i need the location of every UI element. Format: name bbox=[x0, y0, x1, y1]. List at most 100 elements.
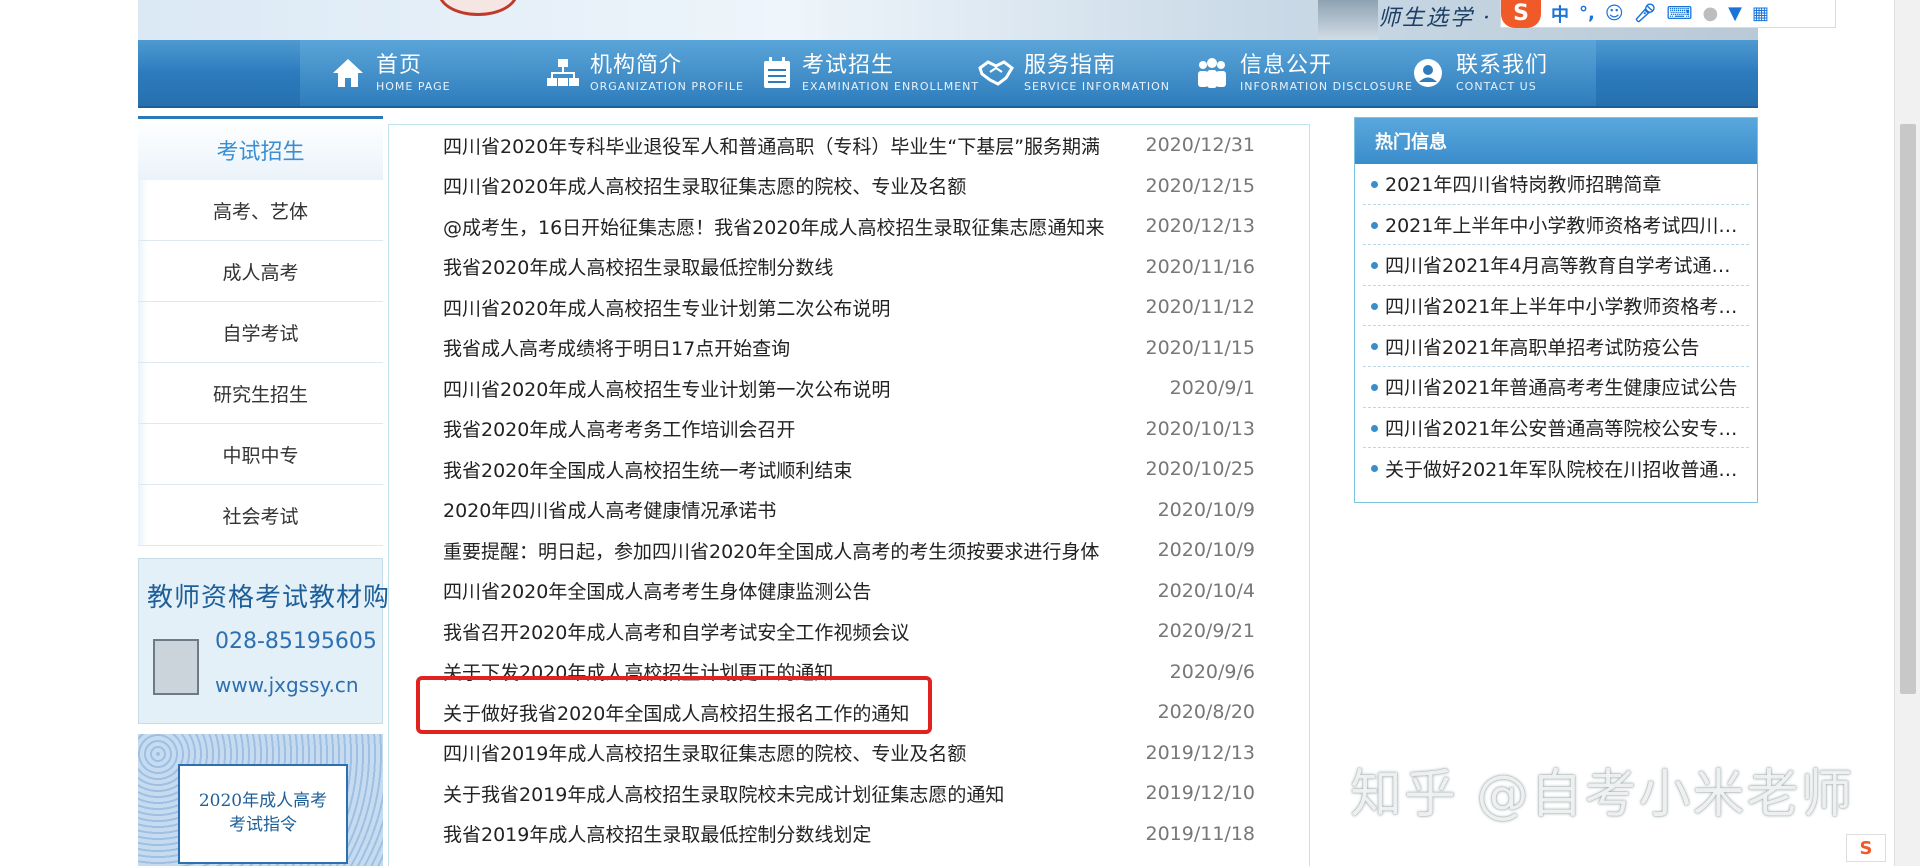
list-item[interactable]: 四川省2019年成人高校招生录取征集志愿的院校、专业及名额 2019/12/13 bbox=[389, 733, 1309, 773]
list-item[interactable]: 四川省2020年成人高校招生专业计划第二次公布说明 2020/11/12 bbox=[389, 287, 1309, 327]
ime-mode[interactable]: 中 bbox=[1551, 1, 1569, 27]
news-title[interactable]: 关于我省2019年成人高校招生录取院校未完成计划征集志愿的通知 bbox=[443, 780, 1004, 807]
list-item[interactable]: 我省2019年成人高校招生录取最低控制分数线划定 2019/11/18 bbox=[389, 814, 1309, 854]
nav-exam[interactable]: 考试招生 EXAMINATION ENROLLMENT bbox=[732, 40, 978, 106]
bullet-icon bbox=[1371, 343, 1378, 351]
hot-item-title[interactable]: 四川省2021年高职单招考试防疫公告 bbox=[1385, 333, 1699, 360]
sidebar-item-self-study[interactable]: 自学考试 bbox=[138, 302, 383, 363]
hot-item-title[interactable]: 四川省2021年上半年中小学教师资格考试… bbox=[1385, 292, 1749, 319]
hot-item-title[interactable]: 2021年上半年中小学教师资格考试四川省… bbox=[1385, 211, 1749, 238]
ad-exam-guide-banner[interactable]: 2020年成人高考 考试指令 bbox=[138, 734, 383, 866]
nav-home[interactable]: 首页 HOME PAGE bbox=[300, 40, 516, 106]
hot-item[interactable]: 关于做好2021年军队院校在川招收普通高… bbox=[1363, 448, 1749, 489]
contact-icon bbox=[1410, 55, 1446, 91]
list-item[interactable]: 我省2020年成人高考考务工作培训会召开 2020/10/13 bbox=[389, 409, 1309, 449]
emoji-icon[interactable]: ☺ bbox=[1605, 3, 1624, 24]
hot-item-title[interactable]: 四川省2021年普通高考考生健康应试公告 bbox=[1385, 373, 1737, 400]
keyboard-icon[interactable]: ⌨ bbox=[1666, 3, 1692, 24]
nav-organization[interactable]: 机构简介 ORGANIZATION PROFILE bbox=[516, 40, 743, 106]
list-item[interactable]: @成考生，16日开始征集志愿！我省2020年成人高校招生录取征集志愿通知来 202… bbox=[389, 206, 1309, 246]
news-title[interactable]: 我省成人高考成绩将于明日17点开始查询 bbox=[443, 334, 790, 361]
sidebar-item-graduate[interactable]: 研究生招生 bbox=[138, 363, 383, 424]
list-item[interactable]: 我省2020年全国成人高校招生统一考试顺利结束 2020/10/25 bbox=[389, 449, 1309, 489]
bullet-icon bbox=[1371, 262, 1378, 270]
bullet-icon bbox=[1371, 221, 1378, 229]
list-item[interactable]: 我省成人高考成绩将于明日17点开始查询 2020/11/15 bbox=[389, 328, 1309, 368]
news-date: 2019/12/10 bbox=[1145, 782, 1255, 804]
sidebar-item-vocational[interactable]: 中职中专 bbox=[138, 424, 383, 485]
list-item[interactable]: 四川省2020年全国成人高考考生身体健康监测公告 2020/10/4 bbox=[389, 571, 1309, 611]
hot-item[interactable]: 四川省2021年上半年中小学教师资格考试… bbox=[1363, 286, 1749, 327]
ime-toolbar[interactable]: S 中 °, ☺ 🎤︎ ⌨ ● ▼ ▦ bbox=[1500, 0, 1836, 28]
news-date: 2020/11/16 bbox=[1145, 255, 1255, 278]
list-item[interactable]: 我省2020年成人高校招生录取最低控制分数线 2020/11/16 bbox=[389, 247, 1309, 287]
list-item[interactable]: 四川省2020年成人高校招生录取征集志愿的院校、专业及名额 2020/12/15 bbox=[389, 166, 1309, 206]
shirt-icon[interactable]: ▼ bbox=[1728, 3, 1742, 24]
news-date: 2020/10/4 bbox=[1157, 579, 1255, 602]
list-item[interactable]: 重要提醒：明日起，参加四川省2020年全国成人高考的考生须按要求进行身体 2020… bbox=[389, 530, 1309, 570]
list-item[interactable]: 2020年四川省成人高考健康情况承诺书 2020/10/9 bbox=[389, 490, 1309, 530]
handshake-icon bbox=[978, 55, 1014, 91]
news-title[interactable]: 四川省2020年成人高校招生录取征集志愿的院校、专业及名额 bbox=[443, 172, 966, 199]
news-list: 四川省2020年专科毕业退役军人和普通高职（专科）毕业生“下基层”服务期满 202… bbox=[388, 124, 1310, 866]
page-scrollbar[interactable] bbox=[1894, 0, 1920, 866]
news-date: 2020/9/1 bbox=[1169, 377, 1255, 399]
nav-label: 首页 bbox=[376, 52, 423, 78]
hot-item[interactable]: 四川省2021年公安普通高等院校公安专业… bbox=[1363, 408, 1749, 449]
ad-url: www.jxgssy.cn bbox=[215, 673, 359, 697]
news-title[interactable]: 重要提醒：明日起，参加四川省2020年全国成人高考的考生须按要求进行身体 bbox=[443, 537, 1099, 564]
list-item[interactable]: 四川省2020年成人高校招生专业计划第一次公布说明 2020/9/1 bbox=[389, 368, 1309, 408]
hot-item-title[interactable]: 2021年四川省特岗教师招聘简章 bbox=[1385, 170, 1661, 197]
news-title[interactable]: 四川省2020年成人高校招生专业计划第一次公布说明 bbox=[443, 375, 890, 402]
banner-image bbox=[1318, 0, 1378, 40]
nav-service[interactable]: 服务指南 SERVICE INFORMATION bbox=[948, 40, 1169, 106]
news-date: 2020/9/6 bbox=[1169, 660, 1255, 683]
ad-textbook-banner[interactable]: 教师资格考试教材购买 028-85195605 www.jxgssy.cn bbox=[138, 558, 416, 724]
sidebar-item-social[interactable]: 社会考试 bbox=[138, 485, 383, 546]
sidebar-item-adult[interactable]: 成人高考 bbox=[138, 241, 383, 302]
hot-item-title[interactable]: 四川省2021年4月高等教育自学考试通告… bbox=[1385, 251, 1749, 278]
user-icon[interactable]: ● bbox=[1702, 3, 1718, 24]
hot-info-header: 热门信息 bbox=[1355, 118, 1757, 164]
nav-label: 联系我们 bbox=[1456, 52, 1549, 78]
news-title[interactable]: 我省2020年全国成人高校招生统一考试顺利结束 bbox=[443, 456, 852, 483]
hot-item-title[interactable]: 四川省2021年公安普通高等院校公安专业… bbox=[1385, 414, 1749, 441]
ime-punct[interactable]: °, bbox=[1579, 3, 1595, 24]
news-title[interactable]: @成考生，16日开始征集志愿！我省2020年成人高校招生录取征集志愿通知来 bbox=[443, 213, 1105, 240]
list-item[interactable]: 四川省2020年专科毕业退役军人和普通高职（专科）毕业生“下基层”服务期满 202… bbox=[389, 125, 1309, 165]
hot-item[interactable]: 四川省2021年4月高等教育自学考试通告… bbox=[1363, 245, 1749, 286]
hot-item[interactable]: 四川省2021年高职单招考试防疫公告 bbox=[1363, 326, 1749, 367]
list-item[interactable]: 关于我省2019年成人高校招生录取院校未完成计划征集志愿的通知 2019/12/1… bbox=[389, 773, 1309, 813]
sidebar-header: 考试招生 bbox=[138, 116, 383, 180]
news-date: 2020/12/13 bbox=[1145, 215, 1255, 237]
hot-item[interactable]: 四川省2021年普通高考考生健康应试公告 bbox=[1363, 367, 1749, 408]
news-title[interactable]: 我省2020年成人高校招生录取最低控制分数线 bbox=[443, 253, 833, 280]
news-title[interactable]: 四川省2020年成人高校招生专业计划第二次公布说明 bbox=[443, 294, 890, 321]
hot-item[interactable]: 2021年四川省特岗教师招聘简章 bbox=[1363, 164, 1749, 205]
mic-icon[interactable]: 🎤︎ bbox=[1634, 3, 1657, 24]
grid-icon[interactable]: ▦ bbox=[1752, 3, 1769, 24]
left-sidebar: 考试招生 高考、艺体 成人高考 自学考试 研究生招生 中职中专 社会考试 教师资… bbox=[138, 116, 416, 866]
scrollbar-thumb[interactable] bbox=[1900, 124, 1916, 694]
ad-phone: 028-85195605 bbox=[215, 629, 377, 654]
sogou-tray-icon[interactable]: S bbox=[1846, 834, 1886, 862]
sogou-logo-icon[interactable]: S bbox=[1501, 0, 1541, 28]
hot-item-title[interactable]: 关于做好2021年军队院校在川招收普通高… bbox=[1385, 455, 1749, 482]
nav-sublabel: ORGANIZATION PROFILE bbox=[590, 79, 744, 93]
news-title[interactable]: 我省2019年成人高校招生录取最低控制分数线划定 bbox=[443, 820, 871, 847]
news-title[interactable]: 2020年四川省成人高考健康情况承诺书 bbox=[443, 496, 776, 523]
sidebar-item-gaokao[interactable]: 高考、艺体 bbox=[138, 180, 383, 241]
news-title[interactable]: 四川省2020年专科毕业退役军人和普通高职（专科）毕业生“下基层”服务期满 bbox=[443, 132, 1100, 159]
nav-contact[interactable]: 联系我们 CONTACT US bbox=[1380, 40, 1596, 106]
news-title[interactable]: 我省2020年成人高考考务工作培训会召开 bbox=[443, 415, 795, 442]
news-title[interactable]: 四川省2020年全国成人高考考生身体健康监测公告 bbox=[443, 577, 871, 604]
nav-disclosure[interactable]: 信息公开 INFORMATION DISCLOSURE bbox=[1164, 40, 1412, 106]
bullet-icon bbox=[1371, 465, 1378, 473]
news-date: 2019/11/18 bbox=[1145, 822, 1255, 845]
news-title[interactable]: 我省召开2020年成人高考和自学考试安全工作视频会议 bbox=[443, 618, 909, 645]
list-item[interactable]: 我省召开2020年成人高考和自学考试安全工作视频会议 2020/9/21 bbox=[389, 611, 1309, 651]
bullet-icon bbox=[1371, 302, 1378, 310]
hot-item[interactable]: 2021年上半年中小学教师资格考试四川省… bbox=[1363, 205, 1749, 246]
news-title[interactable]: 四川省2019年成人高校招生录取征集志愿的院校、专业及名额 bbox=[443, 739, 966, 766]
ad-title: 教师资格考试教材购买 bbox=[147, 583, 418, 613]
